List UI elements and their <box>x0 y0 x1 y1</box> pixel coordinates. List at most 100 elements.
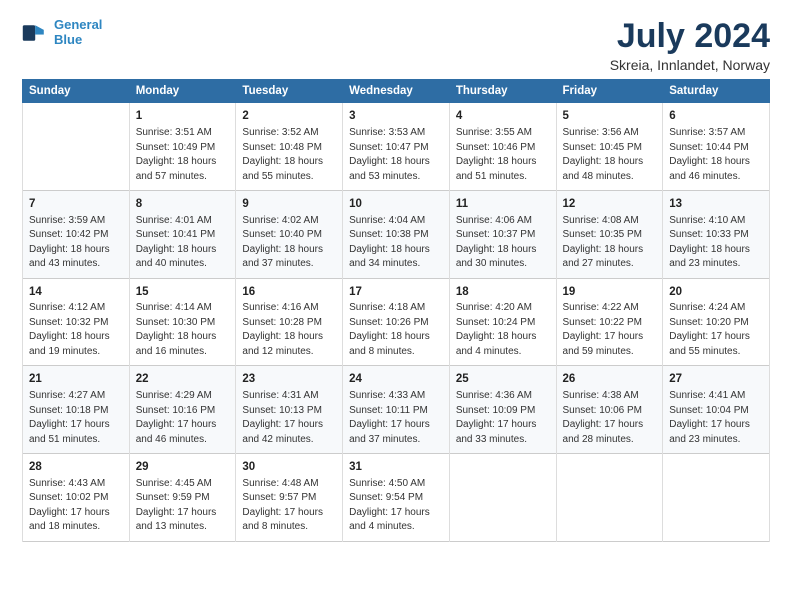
cell-week4-day2: 23Sunrise: 4:31 AMSunset: 10:13 PMDaylig… <box>236 366 343 454</box>
week-row-3: 14Sunrise: 4:12 AMSunset: 10:32 PMDaylig… <box>23 278 770 366</box>
day-number: 14 <box>29 284 123 301</box>
cell-week1-day2: 2Sunrise: 3:52 AMSunset: 10:48 PMDayligh… <box>236 103 343 191</box>
cell-week1-day3: 3Sunrise: 3:53 AMSunset: 10:47 PMDayligh… <box>343 103 450 191</box>
cell-week3-day0: 14Sunrise: 4:12 AMSunset: 10:32 PMDaylig… <box>23 278 130 366</box>
cell-details: Sunrise: 4:04 AMSunset: 10:38 PMDaylight… <box>349 214 443 272</box>
cell-details: Sunrise: 4:24 AMSunset: 10:20 PMDaylight… <box>669 301 763 359</box>
day-number: 4 <box>456 108 550 125</box>
cell-details: Sunrise: 4:33 AMSunset: 10:11 PMDaylight… <box>349 389 443 447</box>
cell-week4-day0: 21Sunrise: 4:27 AMSunset: 10:18 PMDaylig… <box>23 366 130 454</box>
cell-details: Sunrise: 4:43 AMSunset: 10:02 PMDaylight… <box>29 477 123 535</box>
week-row-5: 28Sunrise: 4:43 AMSunset: 10:02 PMDaylig… <box>23 454 770 542</box>
cell-week4-day4: 25Sunrise: 4:36 AMSunset: 10:09 PMDaylig… <box>449 366 556 454</box>
day-number: 24 <box>349 371 443 388</box>
col-header-sunday: Sunday <box>23 80 130 103</box>
day-number: 25 <box>456 371 550 388</box>
week-row-1: 1Sunrise: 3:51 AMSunset: 10:49 PMDayligh… <box>23 103 770 191</box>
day-number: 11 <box>456 196 550 213</box>
cell-details: Sunrise: 3:57 AMSunset: 10:44 PMDaylight… <box>669 126 763 184</box>
main-title: July 2024 <box>610 18 770 55</box>
cell-details: Sunrise: 4:12 AMSunset: 10:32 PMDaylight… <box>29 301 123 359</box>
cell-details: Sunrise: 3:55 AMSunset: 10:46 PMDaylight… <box>456 126 550 184</box>
cell-details: Sunrise: 4:10 AMSunset: 10:33 PMDaylight… <box>669 214 763 272</box>
week-row-4: 21Sunrise: 4:27 AMSunset: 10:18 PMDaylig… <box>23 366 770 454</box>
day-number: 22 <box>136 371 230 388</box>
logo-line1: General <box>54 17 102 32</box>
cell-week1-day6: 6Sunrise: 3:57 AMSunset: 10:44 PMDayligh… <box>663 103 770 191</box>
header-row: SundayMondayTuesdayWednesdayThursdayFrid… <box>23 80 770 103</box>
cell-week2-day0: 7Sunrise: 3:59 AMSunset: 10:42 PMDayligh… <box>23 191 130 279</box>
cell-details: Sunrise: 3:52 AMSunset: 10:48 PMDaylight… <box>242 126 336 184</box>
cell-details: Sunrise: 4:27 AMSunset: 10:18 PMDaylight… <box>29 389 123 447</box>
cell-week2-day2: 9Sunrise: 4:02 AMSunset: 10:40 PMDayligh… <box>236 191 343 279</box>
cell-details: Sunrise: 4:45 AMSunset: 9:59 PMDaylight:… <box>136 477 230 535</box>
week-row-2: 7Sunrise: 3:59 AMSunset: 10:42 PMDayligh… <box>23 191 770 279</box>
cell-week4-day3: 24Sunrise: 4:33 AMSunset: 10:11 PMDaylig… <box>343 366 450 454</box>
cell-details: Sunrise: 4:48 AMSunset: 9:57 PMDaylight:… <box>242 477 336 535</box>
cell-details: Sunrise: 3:59 AMSunset: 10:42 PMDaylight… <box>29 214 123 272</box>
logo: General Blue <box>22 18 102 48</box>
cell-details: Sunrise: 4:29 AMSunset: 10:16 PMDaylight… <box>136 389 230 447</box>
day-number: 10 <box>349 196 443 213</box>
cell-week3-day2: 16Sunrise: 4:16 AMSunset: 10:28 PMDaylig… <box>236 278 343 366</box>
logo-icon <box>22 19 50 47</box>
col-header-monday: Monday <box>129 80 236 103</box>
day-number: 31 <box>349 459 443 476</box>
cell-week5-day4 <box>449 454 556 542</box>
cell-week5-day3: 31Sunrise: 4:50 AMSunset: 9:54 PMDayligh… <box>343 454 450 542</box>
day-number: 6 <box>669 108 763 125</box>
day-number: 1 <box>136 108 230 125</box>
day-number: 9 <box>242 196 336 213</box>
day-number: 5 <box>563 108 657 125</box>
cell-week5-day6 <box>663 454 770 542</box>
day-number: 15 <box>136 284 230 301</box>
day-number: 28 <box>29 459 123 476</box>
cell-details: Sunrise: 4:06 AMSunset: 10:37 PMDaylight… <box>456 214 550 272</box>
subtitle: Skreia, Innlandet, Norway <box>610 57 770 73</box>
cell-week1-day5: 5Sunrise: 3:56 AMSunset: 10:45 PMDayligh… <box>556 103 663 191</box>
cell-details: Sunrise: 4:01 AMSunset: 10:41 PMDaylight… <box>136 214 230 272</box>
cell-details: Sunrise: 4:31 AMSunset: 10:13 PMDaylight… <box>242 389 336 447</box>
col-header-thursday: Thursday <box>449 80 556 103</box>
day-number: 16 <box>242 284 336 301</box>
cell-week3-day6: 20Sunrise: 4:24 AMSunset: 10:20 PMDaylig… <box>663 278 770 366</box>
cell-week4-day1: 22Sunrise: 4:29 AMSunset: 10:16 PMDaylig… <box>129 366 236 454</box>
cell-week2-day1: 8Sunrise: 4:01 AMSunset: 10:41 PMDayligh… <box>129 191 236 279</box>
cell-details: Sunrise: 4:36 AMSunset: 10:09 PMDaylight… <box>456 389 550 447</box>
day-number: 26 <box>563 371 657 388</box>
cell-details: Sunrise: 4:41 AMSunset: 10:04 PMDaylight… <box>669 389 763 447</box>
day-number: 8 <box>136 196 230 213</box>
day-number: 30 <box>242 459 336 476</box>
cell-week4-day5: 26Sunrise: 4:38 AMSunset: 10:06 PMDaylig… <box>556 366 663 454</box>
cell-details: Sunrise: 4:08 AMSunset: 10:35 PMDaylight… <box>563 214 657 272</box>
col-header-friday: Friday <box>556 80 663 103</box>
cell-week5-day0: 28Sunrise: 4:43 AMSunset: 10:02 PMDaylig… <box>23 454 130 542</box>
day-number: 7 <box>29 196 123 213</box>
cell-week3-day4: 18Sunrise: 4:20 AMSunset: 10:24 PMDaylig… <box>449 278 556 366</box>
cell-week3-day5: 19Sunrise: 4:22 AMSunset: 10:22 PMDaylig… <box>556 278 663 366</box>
day-number: 2 <box>242 108 336 125</box>
day-number: 23 <box>242 371 336 388</box>
day-number: 17 <box>349 284 443 301</box>
cell-week2-day6: 13Sunrise: 4:10 AMSunset: 10:33 PMDaylig… <box>663 191 770 279</box>
cell-details: Sunrise: 3:51 AMSunset: 10:49 PMDaylight… <box>136 126 230 184</box>
cell-details: Sunrise: 3:56 AMSunset: 10:45 PMDaylight… <box>563 126 657 184</box>
day-number: 20 <box>669 284 763 301</box>
cell-details: Sunrise: 4:02 AMSunset: 10:40 PMDaylight… <box>242 214 336 272</box>
day-number: 13 <box>669 196 763 213</box>
title-block: July 2024 Skreia, Innlandet, Norway <box>610 18 770 73</box>
day-number: 19 <box>563 284 657 301</box>
cell-week4-day6: 27Sunrise: 4:41 AMSunset: 10:04 PMDaylig… <box>663 366 770 454</box>
day-number: 29 <box>136 459 230 476</box>
cell-week2-day5: 12Sunrise: 4:08 AMSunset: 10:35 PMDaylig… <box>556 191 663 279</box>
day-number: 3 <box>349 108 443 125</box>
cell-week3-day1: 15Sunrise: 4:14 AMSunset: 10:30 PMDaylig… <box>129 278 236 366</box>
cell-details: Sunrise: 4:18 AMSunset: 10:26 PMDaylight… <box>349 301 443 359</box>
cell-details: Sunrise: 4:50 AMSunset: 9:54 PMDaylight:… <box>349 477 443 535</box>
day-number: 21 <box>29 371 123 388</box>
cell-week3-day3: 17Sunrise: 4:18 AMSunset: 10:26 PMDaylig… <box>343 278 450 366</box>
cell-week1-day0 <box>23 103 130 191</box>
col-header-tuesday: Tuesday <box>236 80 343 103</box>
calendar-table: SundayMondayTuesdayWednesdayThursdayFrid… <box>22 79 770 541</box>
logo-line2: Blue <box>54 32 82 47</box>
